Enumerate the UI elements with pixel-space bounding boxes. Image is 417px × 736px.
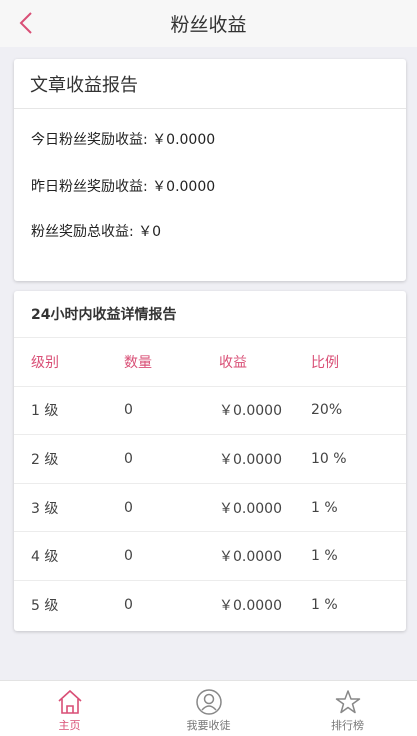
earnings-cell: ￥0.0000: [219, 451, 282, 468]
count-cell: 0: [124, 450, 133, 467]
navbar: 粉丝收益: [0, 0, 417, 47]
ratio-cell: 1 %: [311, 597, 338, 614]
page-title: 粉丝收益: [170, 14, 247, 36]
column-header: 收益: [219, 354, 247, 371]
report-table: 级别 数量 收益 比例 1 级 0 ￥0.0000 20% 2 级 0 ￥0.0…: [14, 338, 406, 630]
count-cell: 0: [124, 597, 133, 614]
table-row: 4 级 0 ￥0.0000 1 %: [14, 532, 406, 581]
table-row: 3 级 0 ￥0.0000 1 %: [14, 484, 406, 533]
tab-recruit[interactable]: 我要收徒: [139, 681, 278, 736]
count-cell: 0: [124, 548, 133, 565]
ratio-cell: 1 %: [311, 499, 338, 516]
star-icon: [335, 690, 360, 714]
today-earnings: 今日粉丝奖励收益: ￥0.0000: [31, 132, 216, 148]
total-earnings: 粉丝奖励总收益: ￥0: [31, 224, 162, 240]
tab-ranking[interactable]: 排行榜: [278, 681, 417, 736]
level-cell: 4 级: [31, 549, 59, 566]
yesterday-earnings: 昨日粉丝奖励收益: ￥0.0000: [31, 179, 216, 195]
count-cell: 0: [124, 499, 133, 516]
table-header: 级别 数量 收益 比例: [14, 338, 406, 387]
back-icon[interactable]: [14, 10, 40, 36]
tab-home[interactable]: 主页: [0, 681, 139, 736]
user-icon: [195, 689, 222, 715]
level-cell: 1 级: [31, 403, 59, 420]
summary-card: 文章收益报告 今日粉丝奖励收益: ￥0.0000 昨日粉丝奖励收益: ￥0.00…: [14, 59, 406, 281]
table-row: 1 级 0 ￥0.0000 20%: [14, 387, 406, 436]
count-cell: 0: [124, 402, 133, 419]
ratio-cell: 20%: [311, 402, 343, 419]
tab-bar: 主页 我要收徒 排行榜: [0, 680, 417, 736]
home-icon: [57, 689, 82, 714]
report-card: 24小时内收益详情报告 级别 数量 收益 比例 1 级 0 ￥0.0000 20…: [14, 291, 406, 631]
tab-label: 排行榜: [331, 719, 364, 732]
report-title: 24小时内收益详情报告: [14, 291, 406, 338]
column-header: 比例: [311, 354, 339, 371]
tab-label: 主页: [58, 719, 81, 732]
ratio-cell: 1 %: [311, 548, 338, 565]
earnings-cell: ￥0.0000: [219, 549, 282, 566]
table-row: 2 级 0 ￥0.0000 10 %: [14, 435, 406, 484]
table-row: 5 级 0 ￥0.0000 1 %: [14, 581, 406, 630]
earnings-cell: ￥0.0000: [219, 598, 282, 615]
earnings-cell: ￥0.0000: [219, 403, 282, 420]
earnings-cell: ￥0.0000: [219, 500, 282, 517]
level-cell: 3 级: [31, 500, 59, 517]
tab-label: 我要收徒: [186, 719, 231, 732]
level-cell: 2 级: [31, 451, 59, 468]
summary-title: 文章收益报告: [14, 59, 406, 109]
level-cell: 5 级: [31, 598, 59, 615]
column-header: 级别: [31, 354, 59, 371]
column-header: 数量: [124, 354, 152, 371]
ratio-cell: 10 %: [311, 450, 347, 467]
